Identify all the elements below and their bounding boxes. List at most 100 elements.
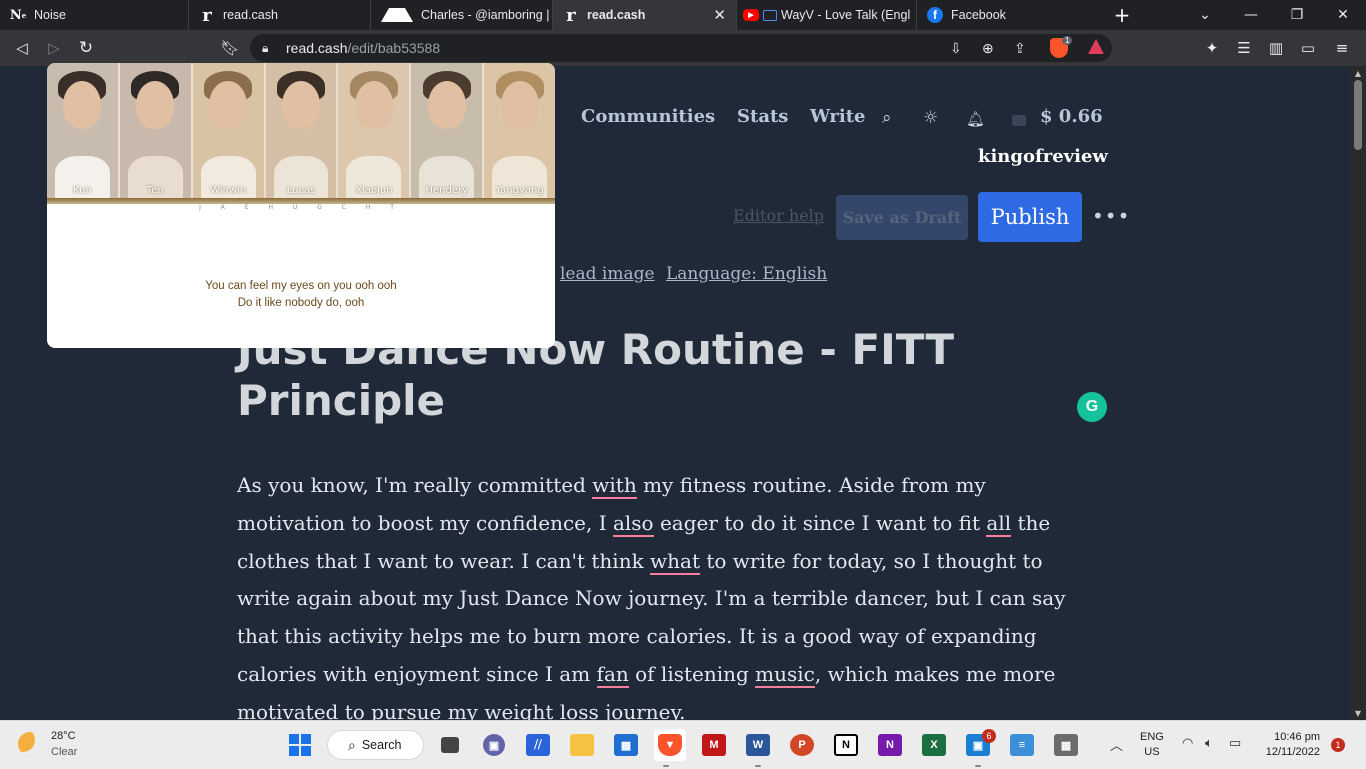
grammar-suggestion-word[interactable]: also <box>612 510 654 537</box>
notification-center-badge[interactable]: 1 <box>1331 738 1345 752</box>
brave-browser-icon[interactable]: ▼ <box>654 729 686 761</box>
wifi-icon[interactable]: ◠ <box>1182 735 1193 751</box>
forward-icon[interactable]: ▷ <box>42 30 66 66</box>
grammar-suggestion-word[interactable]: music <box>755 661 815 688</box>
browser-toolbar: ◁ ▷ ↻ 🔖︎ 🔒︎ read.cash/edit/bab53588 ⇩ ⊕ … <box>0 30 1366 66</box>
close-tab-icon[interactable]: ✕ <box>713 6 726 24</box>
lock-icon: 🔒︎ <box>262 40 269 55</box>
close-window-button[interactable]: ✕ <box>1320 0 1366 30</box>
active-app-indicator <box>663 765 669 767</box>
file-explorer-icon[interactable] <box>566 729 598 761</box>
grammar-suggestion-word[interactable]: fan <box>596 661 629 688</box>
extensions-icon[interactable]: ✦ <box>1200 30 1224 66</box>
task-view-icon[interactable] <box>434 729 466 761</box>
language-code: ENG <box>1140 731 1164 743</box>
calculator-icon[interactable]: ▦ <box>1050 729 1082 761</box>
tab-noise[interactable]: Ne Noise <box>0 0 188 30</box>
word-icon[interactable]: W <box>742 729 774 761</box>
notion-icon[interactable]: N <box>830 729 862 761</box>
wallet-balance[interactable]: $ 0.66 <box>1040 106 1103 127</box>
tab-read-cash-active[interactable]: r read.cash ✕ <box>552 0 736 30</box>
sidebar-icon[interactable]: ▥ <box>1264 30 1288 66</box>
weather-temperature[interactable]: 28°C <box>51 730 76 742</box>
youtube-icon: ▶ <box>743 9 759 21</box>
url-text: read.cash/edit/bab53588 <box>286 40 441 56</box>
bookmark-icon[interactable]: 🔖︎ <box>218 30 242 66</box>
picture-in-picture-video[interactable]: Kun Ten Winwin Lucas Xiaojun Hendery Yangyang … <box>47 63 555 348</box>
grammar-suggestion-word[interactable]: what <box>650 548 701 575</box>
tab-title: WayV - Love Talk (Englis <box>781 8 911 22</box>
restore-button[interactable]: ❐ <box>1274 0 1320 30</box>
visual-studio-code-icon[interactable]: ⧸⧸ <box>522 729 554 761</box>
tab-search-chevron-icon[interactable]: ⌄ <box>1182 0 1228 30</box>
wallet-balance-icon <box>1012 115 1026 126</box>
teams-chat-icon[interactable]: ▣ <box>478 729 510 761</box>
browser-tab-strip: Ne Noise r read.cash Charles - @iamborin… <box>0 0 1366 30</box>
member-photo: Xiaojun <box>338 63 412 198</box>
notifications-bell-icon[interactable]: 🔔︎ <box>966 110 985 128</box>
member-photo: Lucas <box>265 63 339 198</box>
nav-communities[interactable]: Communities <box>581 106 715 127</box>
address-bar[interactable]: 🔒︎ read.cash/edit/bab53588 ⇩ ⊕ ⇪ 1 <box>250 34 1112 62</box>
lyric-line: You can feel my eyes on you ooh ooh <box>205 280 397 292</box>
tab-read-cash-1[interactable]: r read.cash <box>188 0 370 30</box>
publish-button[interactable]: Publish <box>978 192 1082 242</box>
playlist-icon[interactable]: ☰ <box>1232 30 1256 66</box>
search-icon[interactable]: ⌕ <box>882 108 892 128</box>
tray-overflow-icon[interactable]: ︿ <box>1110 735 1123 754</box>
scroll-thumb[interactable] <box>1354 80 1362 150</box>
microsoft-store-icon[interactable]: ▦ <box>610 729 642 761</box>
scroll-down-icon[interactable]: ▼ <box>1350 706 1366 720</box>
volume-icon[interactable]: 🔈︎ <box>1205 735 1213 751</box>
moon-weather-icon[interactable] <box>18 732 42 756</box>
language-link[interactable]: Language: English <box>666 264 827 284</box>
taskbar-search[interactable]: ⌕ Search <box>327 730 424 760</box>
save-as-draft-button[interactable]: Save as Draft <box>836 195 968 240</box>
nav-stats[interactable]: Stats <box>737 106 788 127</box>
clock-time: 10:46 pm <box>1274 731 1320 743</box>
excel-icon[interactable]: X <box>918 729 950 761</box>
grammarly-icon[interactable]: G <box>1077 392 1107 422</box>
onenote-icon[interactable]: N <box>874 729 906 761</box>
theme-toggle-icon[interactable]: ☼ <box>923 108 938 128</box>
grammar-suggestion-word[interactable]: with <box>592 473 637 499</box>
page-scrollbar[interactable]: ▲ ▼ <box>1350 66 1366 720</box>
back-icon[interactable]: ◁ <box>10 30 34 66</box>
region-code: US <box>1144 746 1160 758</box>
tab-youtube[interactable]: ▶ WayV - Love Talk (Englis <box>736 0 916 30</box>
share-icon[interactable]: ⇪ <box>1014 40 1026 57</box>
mcafee-icon[interactable]: M <box>698 729 730 761</box>
member-name: Lucas <box>286 185 316 196</box>
editor-help-link[interactable]: Editor help <box>733 206 824 225</box>
member-name: Xiaojun <box>355 185 393 196</box>
brave-rewards-icon[interactable] <box>1088 39 1104 54</box>
video-strip-letters: J A E H U G C H T <box>199 204 403 211</box>
install-app-icon[interactable]: ⇩ <box>950 40 962 57</box>
minimize-button[interactable]: — <box>1228 0 1274 30</box>
username[interactable]: kingofreview <box>978 146 1108 167</box>
grammar-suggestion-word[interactable]: all <box>986 510 1012 537</box>
powerpoint-icon[interactable]: P <box>786 729 818 761</box>
notepad-icon[interactable]: ≡ <box>1006 729 1038 761</box>
start-button[interactable] <box>284 729 316 761</box>
input-language[interactable]: ENG US <box>1140 730 1164 760</box>
nav-write[interactable]: Write <box>810 106 866 127</box>
battery-icon[interactable]: ▭ <box>1229 735 1241 751</box>
zoom-icon[interactable]: ⊕ <box>982 40 994 57</box>
scroll-up-icon[interactable]: ▲ <box>1350 66 1366 80</box>
video-lyrics: You can feel my eyes on you ooh ooh Do i… <box>47 278 555 312</box>
tab-peakd[interactable]: Charles - @iamboring | Pea <box>370 0 552 30</box>
menu-icon[interactable]: ≡ <box>1330 30 1354 66</box>
more-options-icon[interactable]: ••• <box>1092 204 1130 228</box>
windows-taskbar: 28°C Clear ⌕ Search ▣ ⧸⧸ ▦ ▼ M W P N N X… <box>0 720 1366 769</box>
new-tab-button[interactable]: + <box>1110 0 1134 30</box>
wallet-icon[interactable]: ▭ <box>1296 30 1320 66</box>
lead-image-link[interactable]: lead image <box>560 264 655 284</box>
article-body[interactable]: As you know, I'm really committed with m… <box>237 467 1087 720</box>
weather-condition[interactable]: Clear <box>51 746 77 758</box>
reload-icon[interactable]: ↻ <box>74 30 98 66</box>
windows-logo-icon <box>289 734 311 756</box>
member-name: Ten <box>146 185 164 196</box>
system-clock[interactable]: 10:46 pm 12/11/2022 <box>1258 730 1320 760</box>
tab-facebook[interactable]: f Facebook <box>916 0 1100 30</box>
